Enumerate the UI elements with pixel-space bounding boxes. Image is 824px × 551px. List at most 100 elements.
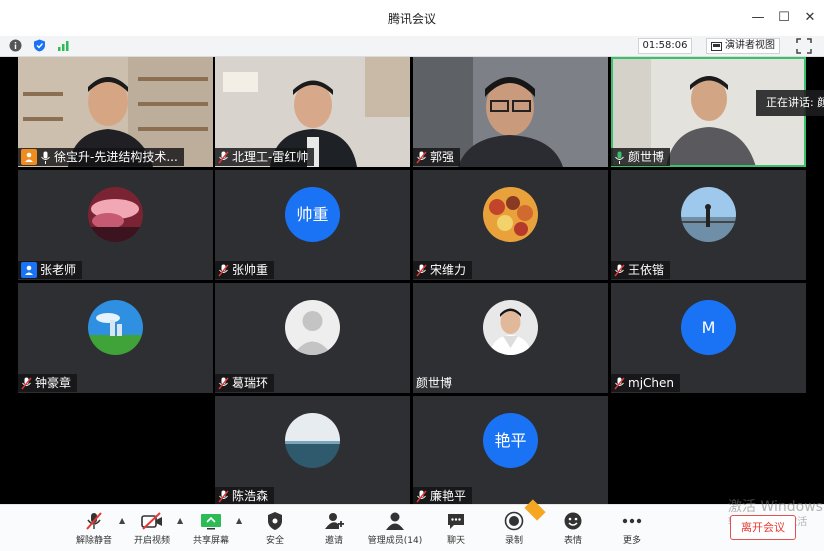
security-button[interactable]: 安全 xyxy=(247,509,303,549)
video-grid: 徐宝升-先进结构技术... 北理工-雷红帅 郭强 颜世博 张老师 帅重 张帅重 … xyxy=(0,57,824,506)
microphone-muted-icon xyxy=(614,264,625,276)
info-icon[interactable] xyxy=(9,39,22,52)
participant-name-tag: 王依锴 xyxy=(611,261,671,279)
participant-tile[interactable]: 宋维力 xyxy=(413,170,608,280)
title-bar: 腾讯会议 — ☐ ✕ xyxy=(0,0,824,36)
invite-user-icon xyxy=(325,513,344,529)
participant-tile[interactable]: 颜世博 xyxy=(413,283,608,393)
maximize-button[interactable]: ☐ xyxy=(774,8,794,28)
participant-avatar: 艳平 xyxy=(483,413,538,468)
shield-icon[interactable] xyxy=(33,39,46,52)
participant-tile[interactable]: 王依锴 xyxy=(611,170,806,280)
participant-name-tag: 颜世博 xyxy=(413,374,458,392)
microphone-muted-icon xyxy=(614,377,625,389)
participant-tile[interactable]: M mjChen xyxy=(611,283,806,393)
participant-avatar: 帅重 xyxy=(285,187,340,242)
chat-button[interactable]: 聊天 xyxy=(428,509,484,549)
reactions-label: 表情 xyxy=(563,536,582,546)
microphone-active-icon xyxy=(615,151,624,164)
chat-bubble-icon xyxy=(448,514,464,529)
unmute-button[interactable]: 解除静音 xyxy=(66,509,122,549)
invite-button[interactable]: 邀请 xyxy=(306,509,362,549)
participant-name: 廉艳平 xyxy=(430,489,467,503)
microphone-muted-icon xyxy=(21,377,32,389)
microphone-muted-icon xyxy=(218,490,229,502)
security-shield-icon xyxy=(268,512,282,530)
participant-avatar xyxy=(483,187,538,242)
participant-avatar xyxy=(285,413,340,468)
participant-name: 葛瑞环 xyxy=(232,376,269,390)
participant-name-tag: 张帅重 xyxy=(215,261,275,279)
participant-name: 张帅重 xyxy=(232,263,269,277)
participant-name: 宋维力 xyxy=(430,263,467,277)
participant-tile[interactable]: 钟豪章 xyxy=(18,283,213,393)
participant-avatar xyxy=(285,300,340,355)
video-tile[interactable]: 北理工-雷红帅 xyxy=(215,57,410,167)
more-button[interactable]: 更多 xyxy=(604,509,660,549)
participant-name-tag: 张老师 xyxy=(18,261,83,279)
participant-avatar xyxy=(681,187,736,242)
participant-tile[interactable]: 帅重 张帅重 xyxy=(215,170,410,280)
watermark-line-1: 激活 Windows xyxy=(728,499,823,515)
microphone-muted-icon xyxy=(416,151,427,163)
participant-tile[interactable]: 艳平 廉艳平 xyxy=(413,396,608,506)
participant-name: 王依锴 xyxy=(628,263,665,277)
camera-off-icon xyxy=(141,512,162,530)
close-button[interactable]: ✕ xyxy=(800,8,820,28)
microphone-muted-icon xyxy=(416,490,427,502)
members-icon xyxy=(386,512,404,530)
participant-name: 张老师 xyxy=(40,263,77,277)
participant-name: 钟豪章 xyxy=(35,376,72,390)
meeting-info-bar: 01:58:06 演讲者视图 xyxy=(0,36,824,57)
start-video-label: 开启视频 xyxy=(133,536,170,546)
chat-label: 聊天 xyxy=(446,536,465,546)
participant-avatar xyxy=(88,187,143,242)
record-icon xyxy=(504,511,524,531)
window-title: 腾讯会议 xyxy=(387,12,436,26)
meeting-timer: 01:58:06 xyxy=(638,38,692,54)
participant-name: 颜世博 xyxy=(628,150,665,164)
share-options-caret-icon[interactable]: ▲ xyxy=(236,517,244,525)
participant-name-tag: 郭强 xyxy=(413,148,461,166)
network-signal-icon[interactable] xyxy=(57,39,70,52)
participant-name-tag: 北理工-雷红帅 xyxy=(215,148,315,166)
active-speaker-banner: 正在讲话: 颜 xyxy=(756,90,824,116)
video-tile[interactable]: 郭强 xyxy=(413,57,608,167)
participant-name: 郭强 xyxy=(430,150,455,164)
participant-name: mjChen xyxy=(628,376,674,390)
speaker-view-button[interactable]: 演讲者视图 xyxy=(706,38,780,54)
record-label: 录制 xyxy=(504,536,523,546)
participant-name-tag: 钟豪章 xyxy=(18,374,78,392)
emoji-smile-icon xyxy=(564,512,582,530)
microphone-muted-icon xyxy=(218,377,229,389)
reactions-button[interactable]: 表情 xyxy=(545,509,601,549)
participant-name-tag: 徐宝升-先进结构技术... xyxy=(18,148,184,166)
participant-name-tag: 陈浩森 xyxy=(215,487,275,505)
share-screen-label: 共享屏幕 xyxy=(192,536,229,546)
manage-members-label: 管理成员(14) xyxy=(367,536,423,546)
minimize-button[interactable]: — xyxy=(748,8,768,28)
fullscreen-icon[interactable] xyxy=(796,38,812,54)
participant-name: 北理工-雷红帅 xyxy=(232,150,309,164)
leave-meeting-button[interactable]: 离开会议 xyxy=(730,515,796,540)
user-icon xyxy=(21,149,37,165)
microphone-muted-icon xyxy=(86,512,102,530)
more-dots-icon xyxy=(622,518,642,524)
share-screen-button[interactable]: 共享屏幕 xyxy=(183,509,239,549)
participant-name-tag: 颜世博 xyxy=(611,148,671,166)
unmute-label: 解除静音 xyxy=(75,536,112,546)
manage-members-button[interactable]: 管理成员(14) xyxy=(367,509,423,549)
invite-label: 邀请 xyxy=(324,536,343,546)
participant-avatar xyxy=(88,300,143,355)
participant-tile[interactable]: 陈浩森 xyxy=(215,396,410,506)
participant-tile[interactable]: 葛瑞环 xyxy=(215,283,410,393)
participant-avatar: M xyxy=(681,300,736,355)
security-label: 安全 xyxy=(265,536,284,546)
participant-tile[interactable]: 张老师 xyxy=(18,170,213,280)
speaker-view-label: 演讲者视图 xyxy=(725,40,775,51)
participant-name: 徐宝升-先进结构技术... xyxy=(54,150,178,164)
video-tile[interactable]: 徐宝升-先进结构技术... xyxy=(18,57,213,167)
start-video-button[interactable]: 开启视频 xyxy=(124,509,180,549)
user-icon xyxy=(21,262,37,278)
speaker-view-icon xyxy=(711,42,722,51)
